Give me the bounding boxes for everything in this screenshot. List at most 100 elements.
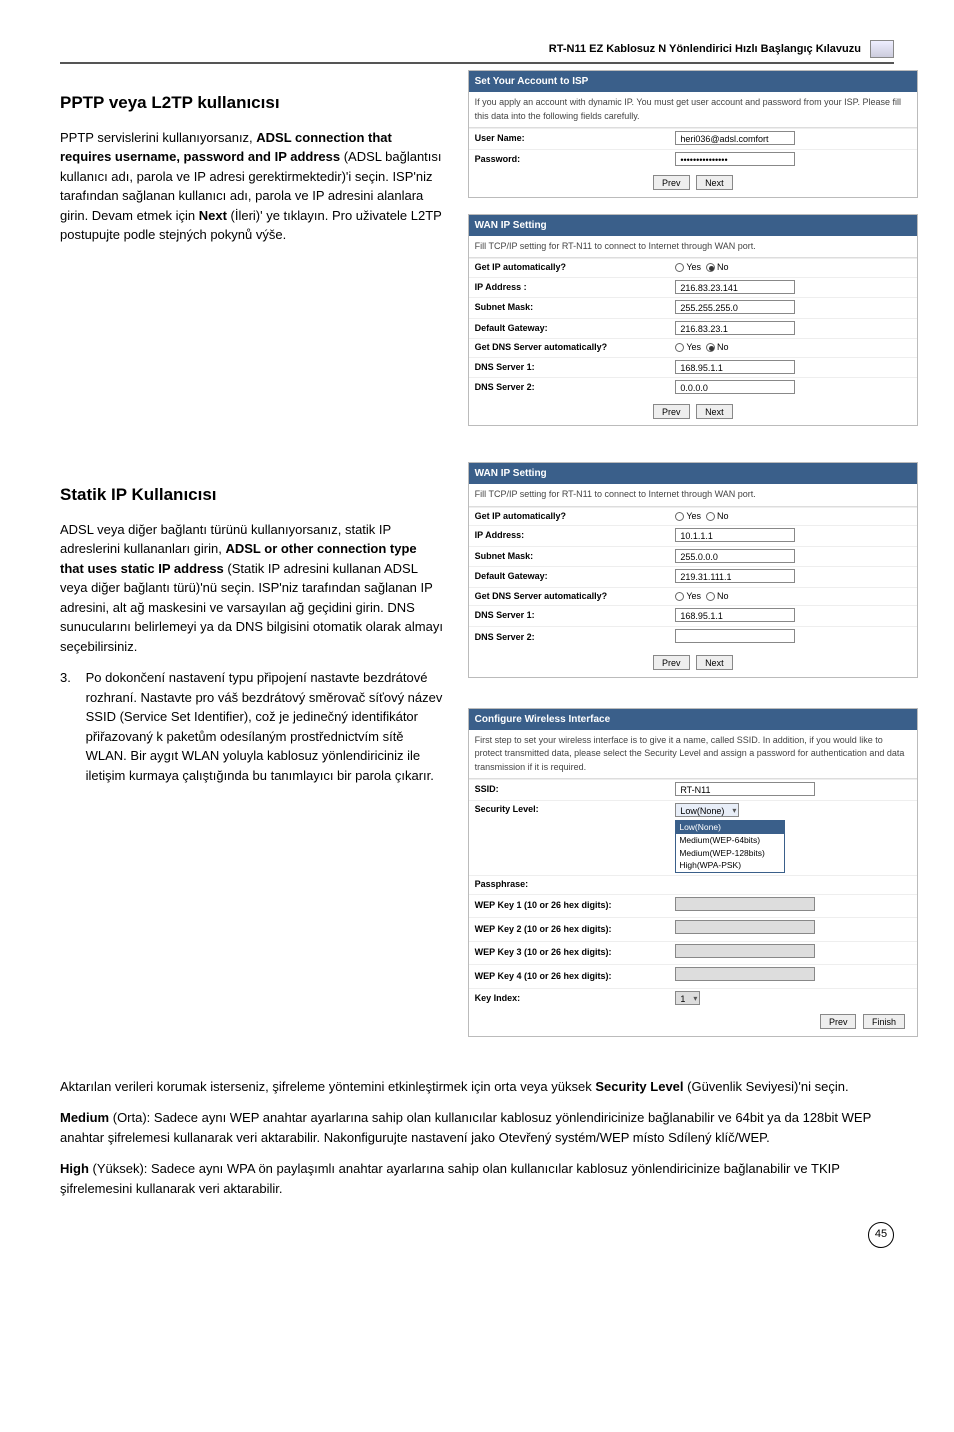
panel-desc-wifi: First step to set your wireless interfac…	[469, 730, 917, 780]
input-ip-addr[interactable]: 10.1.1.1	[675, 528, 795, 542]
list-number: 3.	[60, 668, 82, 688]
lbl-security-level: Security Level:	[475, 803, 676, 817]
prev-button[interactable]: Prev	[653, 404, 690, 419]
bold-adsl-conn: ADSL connection that requires username, …	[60, 130, 392, 165]
lbl-ip-addr: IP Address :	[475, 281, 676, 295]
input-gateway[interactable]: 216.83.23.1	[675, 321, 795, 335]
lbl-wep1: WEP Key 1 (10 or 26 hex digits):	[475, 899, 676, 913]
section-static-paragraph: ADSL veya diğer bağlantı türünü kullanıy…	[60, 520, 444, 657]
input-password[interactable]: •••••••••••••••	[675, 152, 795, 166]
input-ip-addr[interactable]: 216.83.23.141	[675, 280, 795, 294]
lbl-wep3: WEP Key 3 (10 or 26 hex digits):	[475, 946, 676, 960]
radio-no-icon[interactable]	[706, 512, 715, 521]
lbl-passphrase: Passphrase:	[475, 878, 676, 892]
dropdown-option[interactable]: Medium(WEP-128bits)	[676, 847, 784, 860]
lbl-dns1: DNS Server 1:	[475, 609, 676, 623]
input-gateway[interactable]: 219.31.111.1	[675, 569, 795, 583]
panel-head-wan1: WAN IP Setting	[469, 215, 917, 236]
radio-get-dns-auto[interactable]: Yes No	[675, 590, 911, 604]
finish-button[interactable]: Finish	[863, 1014, 905, 1029]
lbl-subnet: Subnet Mask:	[475, 301, 676, 315]
panel-head-wifi: Configure Wireless Interface	[469, 709, 917, 730]
section-heading-pptp: PPTP veya L2TP kullanıcısı	[60, 90, 444, 116]
bottom-p1: Aktarılan verileri korumak isterseniz, ş…	[60, 1077, 894, 1097]
input-dns1[interactable]: 168.95.1.1	[675, 360, 795, 374]
lbl-username: User Name:	[475, 132, 676, 146]
lbl-get-dns-auto: Get DNS Server automatically?	[475, 341, 676, 355]
radio-no-icon[interactable]	[706, 592, 715, 601]
radio-get-ip-auto[interactable]: Yes No	[675, 510, 911, 524]
input-dns2[interactable]	[675, 629, 795, 643]
panel-desc-wan1: Fill TCP/IP setting for RT-N11 to connec…	[469, 236, 917, 259]
input-subnet[interactable]: 255.255.255.0	[675, 300, 795, 314]
input-username[interactable]: heri036@adsl.comfort	[675, 131, 795, 145]
radio-yes-icon[interactable]	[675, 263, 684, 272]
radio-no-icon[interactable]	[706, 263, 715, 272]
lbl-key-index: Key Index:	[475, 992, 676, 1006]
panel-desc-wan2: Fill TCP/IP setting for RT-N11 to connec…	[469, 484, 917, 507]
input-ssid[interactable]: RT-N11	[675, 782, 815, 796]
dropdown-security-options[interactable]: Low(None) Medium(WEP-64bits) Medium(WEP-…	[675, 820, 785, 873]
bold-high: High	[60, 1161, 89, 1176]
page-number: 45	[60, 1222, 894, 1248]
input-wep2[interactable]	[675, 920, 815, 934]
lbl-get-dns-auto: Get DNS Server automatically?	[475, 590, 676, 604]
panel-wan-ip-2: WAN IP Setting Fill TCP/IP setting for R…	[468, 462, 918, 678]
list-item-3: 3. Po dokončení nastavení typu připojení…	[60, 668, 444, 785]
lbl-dns2: DNS Server 2:	[475, 631, 676, 645]
section-heading-static: Statik IP Kullanıcısı	[60, 482, 444, 508]
panel-wan-ip-1: WAN IP Setting Fill TCP/IP setting for R…	[468, 214, 918, 427]
dropdown-option[interactable]: Low(None)	[676, 821, 784, 834]
panel-head-isp: Set Your Account to ISP	[469, 71, 917, 92]
page-number-value: 45	[868, 1222, 894, 1248]
section-pptp-paragraph: PPTP servislerini kullanıyorsanız, ADSL …	[60, 128, 444, 245]
input-wep1[interactable]	[675, 897, 815, 911]
radio-get-dns-auto[interactable]: Yes No	[675, 341, 911, 355]
list-body: Po dokončení nastavení typu připojení na…	[86, 668, 444, 785]
bottom-p2: Medium (Orta): Sadece aynı WEP anahtar a…	[60, 1108, 894, 1147]
page-header: RT-N11 EZ Kablosuz N Yönlendirici Hızlı …	[60, 40, 894, 64]
lbl-get-ip-auto: Get IP automatically?	[475, 261, 676, 275]
dropdown-option[interactable]: Medium(WEP-64bits)	[676, 834, 784, 847]
lbl-gateway: Default Gateway:	[475, 322, 676, 336]
lbl-get-ip-auto: Get IP automatically?	[475, 510, 676, 524]
bold-next: Next	[199, 208, 227, 223]
prev-button[interactable]: Prev	[653, 655, 690, 670]
radio-yes-icon[interactable]	[675, 512, 684, 521]
bottom-p3: High (Yüksek): Sadece aynı WPA ön paylaş…	[60, 1159, 894, 1198]
bold-adsl-static: ADSL or other connection type that uses …	[60, 541, 417, 576]
next-button[interactable]: Next	[696, 175, 733, 190]
lbl-subnet: Subnet Mask:	[475, 550, 676, 564]
lbl-password: Password:	[475, 153, 676, 167]
panel-desc-isp: If you apply an account with dynamic IP.…	[469, 92, 917, 128]
lbl-wep2: WEP Key 2 (10 or 26 hex digits):	[475, 923, 676, 937]
prev-button[interactable]: Prev	[820, 1014, 857, 1029]
select-key-index[interactable]: 1	[675, 991, 700, 1005]
lbl-wep4: WEP Key 4 (10 or 26 hex digits):	[475, 970, 676, 984]
next-button[interactable]: Next	[696, 655, 733, 670]
input-wep4[interactable]	[675, 967, 815, 981]
radio-get-ip-auto[interactable]: Yes No	[675, 261, 911, 275]
bold-security-level: Security Level	[595, 1079, 683, 1094]
lbl-gateway: Default Gateway:	[475, 570, 676, 584]
lbl-dns2: DNS Server 2:	[475, 381, 676, 395]
panel-set-account-isp: Set Your Account to ISP If you apply an …	[468, 70, 918, 198]
select-security-level[interactable]: Low(None)	[675, 803, 739, 817]
bold-medium: Medium	[60, 1110, 109, 1125]
header-title: RT-N11 EZ Kablosuz N Yönlendirici Hızlı …	[549, 43, 861, 55]
lbl-ssid: SSID:	[475, 783, 676, 797]
next-button[interactable]: Next	[696, 404, 733, 419]
dropdown-option[interactable]: High(WPA-PSK)	[676, 859, 784, 872]
radio-no-icon[interactable]	[706, 343, 715, 352]
input-subnet[interactable]: 255.0.0.0	[675, 549, 795, 563]
prev-button[interactable]: Prev	[653, 175, 690, 190]
radio-yes-icon[interactable]	[675, 343, 684, 352]
input-dns2[interactable]: 0.0.0.0	[675, 380, 795, 394]
input-dns1[interactable]: 168.95.1.1	[675, 608, 795, 622]
bottom-text-block: Aktarılan verileri korumak isterseniz, ş…	[60, 1077, 894, 1199]
router-icon	[870, 40, 894, 58]
radio-yes-icon[interactable]	[675, 592, 684, 601]
panel-head-wan2: WAN IP Setting	[469, 463, 917, 484]
lbl-dns1: DNS Server 1:	[475, 361, 676, 375]
input-wep3[interactable]	[675, 944, 815, 958]
